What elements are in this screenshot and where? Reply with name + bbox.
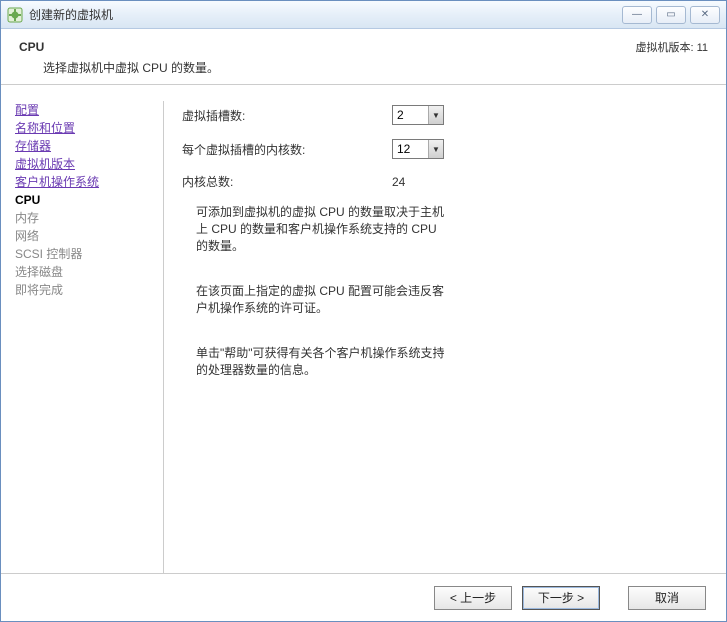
page-title: CPU — [19, 40, 44, 54]
total-cores-label: 内核总数: — [182, 173, 392, 190]
sockets-select[interactable]: 2 ▼ — [392, 105, 444, 125]
sidebar-step-2[interactable]: 存储器 — [15, 137, 155, 155]
close-button[interactable]: ✕ — [690, 6, 720, 24]
sidebar-step-10: 即将完成 — [15, 281, 155, 299]
cores-value: 12 — [397, 142, 410, 156]
next-button[interactable]: 下一步 > — [522, 586, 600, 610]
sockets-label: 虚拟插槽数: — [182, 107, 392, 124]
info-text-3: 单击"帮助"可获得有关各个客户机操作系统支持的处理器数量的信息。 — [196, 345, 446, 379]
page-subtitle: 选择虚拟机中虚拟 CPU 的数量。 — [43, 59, 708, 76]
total-cores-value: 24 — [392, 175, 405, 189]
sidebar-step-5: CPU — [15, 191, 155, 209]
app-icon — [7, 7, 23, 23]
sidebar-step-8: SCSI 控制器 — [15, 245, 155, 263]
cancel-button[interactable]: 取消 — [628, 586, 706, 610]
sidebar-step-1[interactable]: 名称和位置 — [15, 119, 155, 137]
vm-version-label: 虚拟机版本: 11 — [635, 39, 708, 55]
info-text-2: 在该页面上指定的虚拟 CPU 配置可能会违反客户机操作系统的许可证。 — [196, 283, 446, 317]
cores-select[interactable]: 12 ▼ — [392, 139, 444, 159]
vertical-separator — [163, 101, 164, 573]
back-button[interactable]: < 上一步 — [434, 586, 512, 610]
sidebar-step-9: 选择磁盘 — [15, 263, 155, 281]
titlebar: 创建新的虚拟机 — ▭ ✕ — [1, 1, 726, 29]
minimize-button[interactable]: — — [622, 6, 652, 24]
sidebar-step-4[interactable]: 客户机操作系统 — [15, 173, 155, 191]
window-controls: — ▭ ✕ — [618, 6, 720, 24]
sidebar-step-3[interactable]: 虚拟机版本 — [15, 155, 155, 173]
chevron-down-icon: ▼ — [428, 106, 443, 124]
wizard-header: CPU 虚拟机版本: 11 选择虚拟机中虚拟 CPU 的数量。 — [1, 29, 726, 85]
wizard-window: 创建新的虚拟机 — ▭ ✕ CPU 虚拟机版本: 11 选择虚拟机中虚拟 CPU… — [0, 0, 727, 622]
sockets-value: 2 — [397, 108, 404, 122]
wizard-steps-sidebar: 配置名称和位置存储器虚拟机版本客户机操作系统CPU内存网络SCSI 控制器选择磁… — [15, 101, 163, 573]
cores-label: 每个虚拟插槽的内核数: — [182, 141, 392, 158]
sidebar-step-6: 内存 — [15, 209, 155, 227]
window-title: 创建新的虚拟机 — [29, 6, 618, 23]
info-text-1: 可添加到虚拟机的虚拟 CPU 的数量取决于主机上 CPU 的数量和客户机操作系统… — [196, 204, 446, 255]
maximize-button[interactable]: ▭ — [656, 6, 686, 24]
wizard-footer: < 上一步 下一步 > 取消 — [1, 573, 726, 621]
sidebar-step-0[interactable]: 配置 — [15, 101, 155, 119]
chevron-down-icon: ▼ — [428, 140, 443, 158]
wizard-body: 配置名称和位置存储器虚拟机版本客户机操作系统CPU内存网络SCSI 控制器选择磁… — [1, 85, 726, 573]
main-panel: 虚拟插槽数: 2 ▼ 每个虚拟插槽的内核数: 12 ▼ 内核总数: 24 可添加… — [182, 101, 712, 573]
sidebar-step-7: 网络 — [15, 227, 155, 245]
